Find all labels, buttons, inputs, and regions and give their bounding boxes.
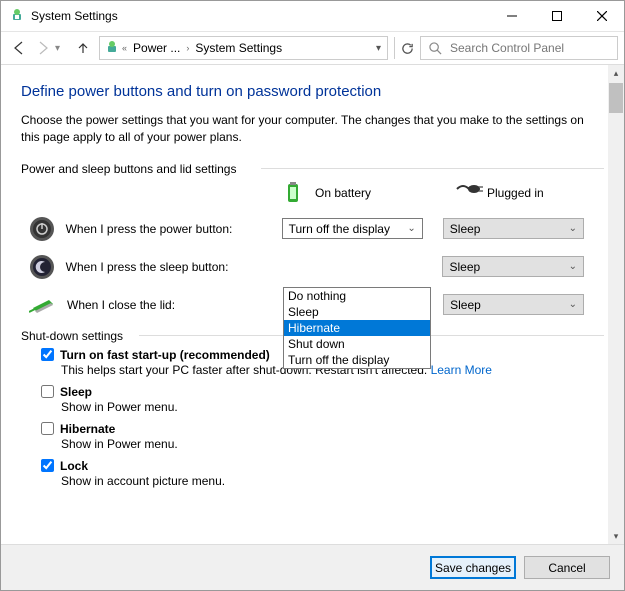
breadcrumb-item[interactable]: System Settings [191,41,286,55]
minimize-button[interactable] [489,1,534,31]
lock-checkbox[interactable] [41,459,54,472]
back-button[interactable] [7,36,31,60]
maximize-button[interactable] [534,1,579,31]
dropdown-option[interactable]: Shut down [284,336,430,352]
divider [261,168,604,169]
page-heading: Define power buttons and turn on passwor… [21,83,604,100]
power-button-icon [29,215,56,243]
fast-startup-checkbox[interactable] [41,348,54,361]
titlebar: System Settings [1,1,624,31]
section-power-buttons: Power and sleep buttons and lid settings [21,162,604,169]
scroll-thumb[interactable] [609,83,623,113]
history-chevron[interactable]: ▾ [55,43,71,54]
forward-button[interactable] [31,36,55,60]
crumb-sep-icon: « [122,43,127,53]
chevron-down-icon[interactable]: ▾ [376,43,381,54]
cancel-button[interactable]: Cancel [524,556,610,579]
navbar: ▾ « Power ... › System Settings ▾ [1,31,624,65]
chevron-right-icon: › [186,43,189,53]
lid-plugged-dropdown[interactable]: Sleep⌄ [443,294,584,315]
dropdown-option[interactable]: Sleep [284,304,430,320]
search-input[interactable] [450,41,609,55]
dropdown-option[interactable]: Do nothing [284,288,430,304]
dropdown-option[interactable]: Turn off the display [284,352,430,368]
breadcrumb-item[interactable]: Power ... [129,41,184,55]
page-intro: Choose the power settings that you want … [21,112,604,146]
laptop-lid-icon [29,291,57,319]
col-on-battery: On battery [283,181,431,205]
row-sleep-button: When I press the sleep button: Sleep⌄ [21,253,604,281]
scroll-down-icon[interactable]: ▾ [608,528,624,545]
refresh-button[interactable] [394,37,420,59]
chevron-down-icon: ⌄ [569,261,577,272]
up-button[interactable] [71,36,95,60]
chevron-down-icon: ⌄ [569,299,577,310]
power-battery-dropdown[interactable]: Turn off the display⌄ [282,218,423,239]
chevron-down-icon: ⌄ [569,223,577,234]
close-button[interactable] [579,1,624,31]
search-box[interactable] [420,36,618,60]
power-plugged-dropdown[interactable]: Sleep⌄ [443,218,584,239]
sleep-button-icon [29,253,56,281]
scroll-up-icon[interactable]: ▴ [608,65,624,82]
battery-icon [283,181,307,205]
address-bar[interactable]: « Power ... › System Settings ▾ [99,36,388,60]
vertical-scrollbar[interactable]: ▴ ▾ [608,65,624,545]
sd-lock: Lock Show in account picture menu. [41,459,604,488]
sleep-checkbox[interactable] [41,385,54,398]
power-battery-dropdown-list[interactable]: Do nothingSleepHibernateShut downTurn of… [283,287,431,369]
window-title: System Settings [31,9,489,23]
sd-hibernate: Hibernate Show in Power menu. [41,422,604,451]
content-area: Define power buttons and turn on passwor… [1,65,624,545]
search-icon [429,42,442,55]
dropdown-option[interactable]: Hibernate [284,320,430,336]
row-power-button: When I press the power button: Turn off … [21,215,604,243]
sd-sleep: Sleep Show in Power menu. [41,385,604,414]
hibernate-checkbox[interactable] [41,422,54,435]
col-plugged-in: Plugged in [455,181,603,205]
address-icon [104,40,120,56]
footer-bar: Save changes Cancel [1,544,624,590]
chevron-down-icon: ⌄ [407,223,415,234]
plug-icon [455,181,479,205]
save-changes-button[interactable]: Save changes [430,556,516,579]
app-icon [9,8,25,24]
learn-more-link[interactable]: Learn More [431,363,492,377]
sleep-plugged-dropdown[interactable]: Sleep⌄ [442,256,584,277]
